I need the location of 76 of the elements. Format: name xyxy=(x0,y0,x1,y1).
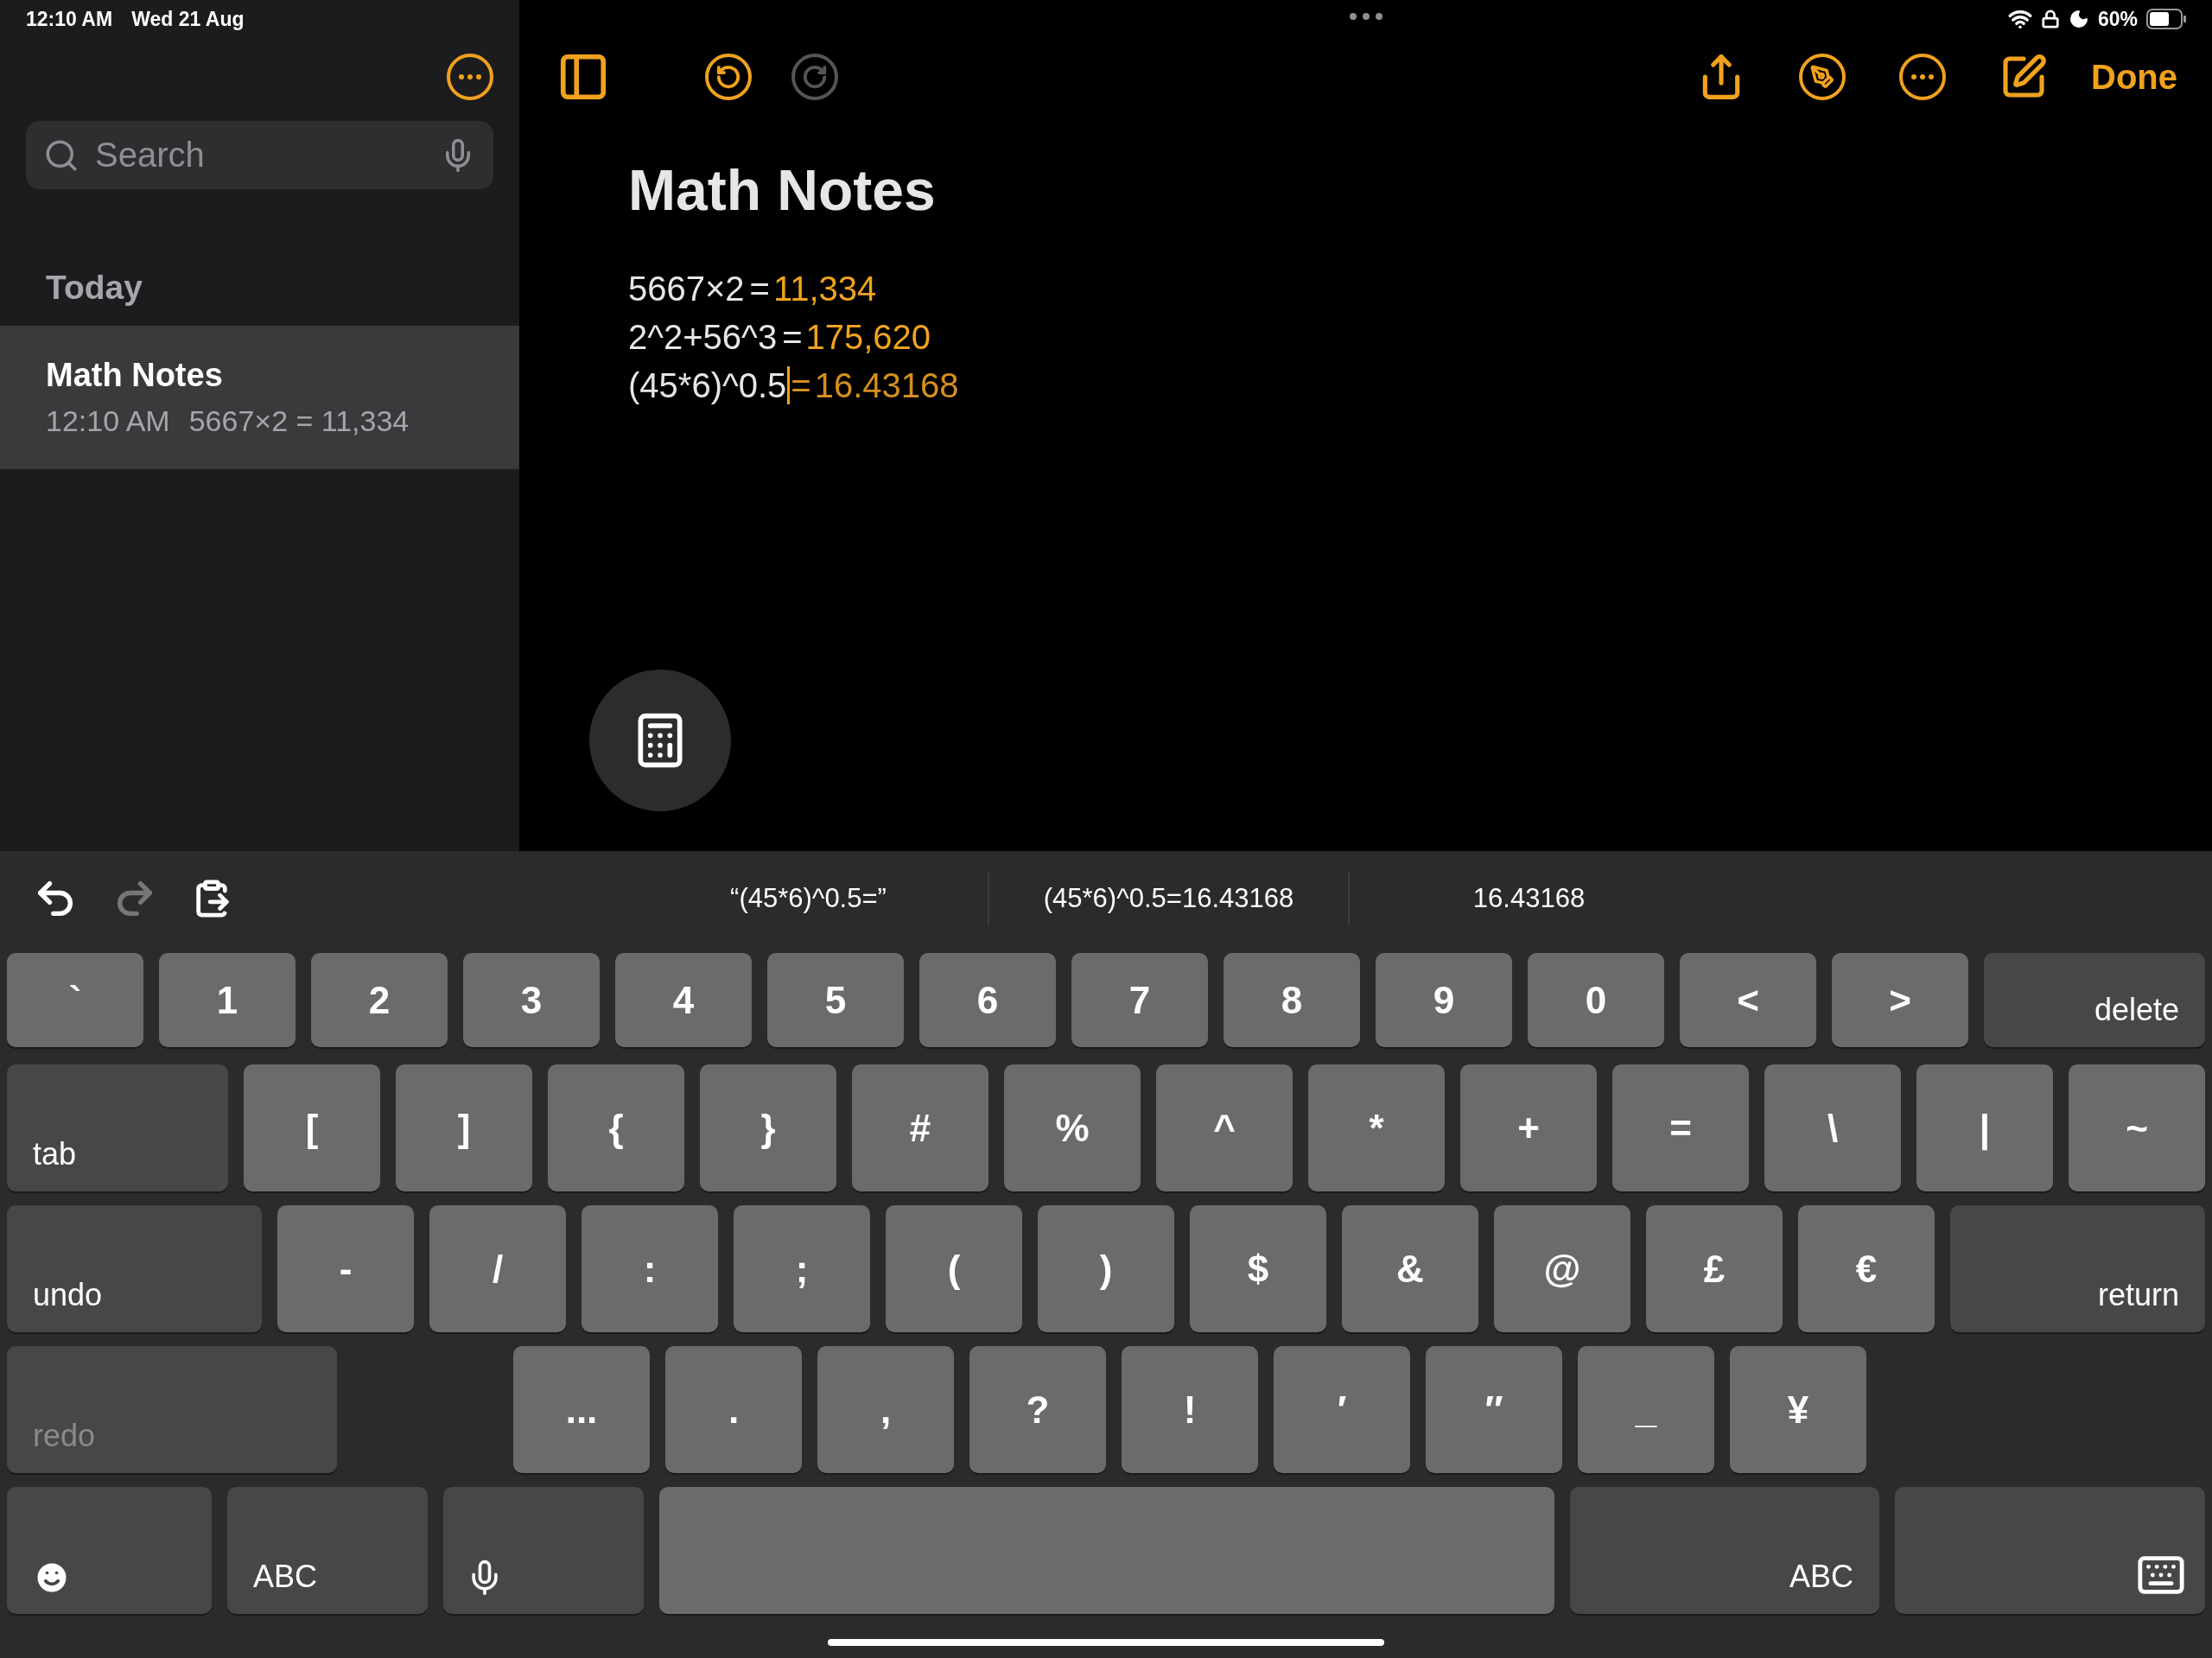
abc-key[interactable]: ABC xyxy=(227,1487,428,1614)
math-result: 16.43168 xyxy=(814,365,959,405)
key[interactable]: £ xyxy=(1646,1205,1783,1332)
key[interactable]: ′ xyxy=(1274,1346,1410,1473)
key[interactable]: * xyxy=(1308,1064,1445,1191)
note-title: Math Notes xyxy=(46,357,224,394)
key[interactable]: ... xyxy=(513,1346,650,1473)
key[interactable]: 3 xyxy=(463,953,600,1047)
key[interactable]: | xyxy=(1916,1064,2053,1191)
undo-key[interactable]: undo xyxy=(7,1205,262,1332)
key[interactable]: ^ xyxy=(1156,1064,1293,1191)
key[interactable]: ` xyxy=(7,953,143,1047)
note-list-item[interactable]: Math Notes 12:10 AM 5667×2 = 11,334 xyxy=(0,326,519,469)
delete-key[interactable]: delete xyxy=(1984,953,2205,1047)
key[interactable]: $ xyxy=(1190,1205,1326,1332)
key[interactable]: < xyxy=(1680,953,1816,1047)
key[interactable]: @ xyxy=(1494,1205,1630,1332)
status-date: Wed 21 Aug xyxy=(131,7,245,31)
key[interactable]: [ xyxy=(244,1064,380,1191)
key[interactable]: 0 xyxy=(1528,953,1664,1047)
key[interactable]: 9 xyxy=(1376,953,1512,1047)
key[interactable]: _ xyxy=(1578,1346,1714,1473)
key[interactable]: { xyxy=(548,1064,684,1191)
key[interactable]: 7 xyxy=(1071,953,1208,1047)
key[interactable]: 2 xyxy=(311,953,448,1047)
key[interactable]: ! xyxy=(1122,1346,1258,1473)
suggestion[interactable]: “(45*6)^0.5=” xyxy=(629,872,988,925)
math-result: 175,620 xyxy=(805,317,931,357)
section-header: Today xyxy=(45,268,143,308)
key[interactable]: € xyxy=(1798,1205,1935,1332)
key[interactable]: , xyxy=(817,1346,954,1473)
key[interactable]: ″ xyxy=(1426,1346,1562,1473)
note-title: Math Notes xyxy=(628,157,937,223)
key[interactable]: 6 xyxy=(919,953,1056,1047)
battery-percent: 60% xyxy=(2097,7,2138,31)
key[interactable]: } xyxy=(700,1064,836,1191)
abc-key[interactable]: ABC xyxy=(1570,1487,1879,1614)
suggestion[interactable]: 16.43168 xyxy=(1350,872,1708,925)
done-button[interactable]: Done xyxy=(2091,57,2177,97)
math-expression: (45*6)^0.5 xyxy=(628,365,787,405)
note-time: 12:10 AM xyxy=(46,404,170,438)
equals-sign: = xyxy=(791,365,811,405)
search-field[interactable]: Search xyxy=(26,121,493,189)
return-key[interactable]: return xyxy=(1950,1205,2205,1332)
key[interactable]: 1 xyxy=(159,953,296,1047)
key[interactable]: > xyxy=(1832,953,1968,1047)
equals-sign: = xyxy=(749,269,770,308)
key[interactable]: - xyxy=(277,1205,414,1332)
key[interactable]: % xyxy=(1004,1064,1141,1191)
key[interactable]: ; xyxy=(734,1205,870,1332)
key[interactable]: 5 xyxy=(767,953,904,1047)
key[interactable]: ? xyxy=(969,1346,1106,1473)
key[interactable]: : xyxy=(582,1205,718,1332)
note-preview: 5667×2 = 11,334 xyxy=(188,404,410,438)
key[interactable]: ¥ xyxy=(1730,1346,1866,1473)
key[interactable]: # xyxy=(852,1064,988,1191)
suggestion[interactable]: (45*6)^0.5=16.43168 xyxy=(989,872,1348,925)
math-expression: 2^2+56^3 xyxy=(628,317,778,357)
search-input[interactable]: Search xyxy=(93,135,426,175)
tab-key[interactable]: tab xyxy=(7,1064,228,1191)
key[interactable]: & xyxy=(1342,1205,1478,1332)
key[interactable]: ) xyxy=(1038,1205,1174,1332)
key[interactable]: 4 xyxy=(615,953,752,1047)
key[interactable]: = xyxy=(1612,1064,1749,1191)
key[interactable]: . xyxy=(665,1346,802,1473)
status-time: 12:10 AM xyxy=(26,7,113,31)
key[interactable]: \ xyxy=(1764,1064,1901,1191)
key[interactable]: / xyxy=(429,1205,566,1332)
key[interactable]: ~ xyxy=(2069,1064,2205,1191)
math-result: 11,334 xyxy=(772,269,877,308)
equals-sign: = xyxy=(782,317,803,357)
key[interactable]: 8 xyxy=(1224,953,1360,1047)
key[interactable]: ( xyxy=(886,1205,1022,1332)
key[interactable]: + xyxy=(1460,1064,1597,1191)
key[interactable]: ] xyxy=(396,1064,532,1191)
math-expression: 5667×2 xyxy=(628,269,745,308)
